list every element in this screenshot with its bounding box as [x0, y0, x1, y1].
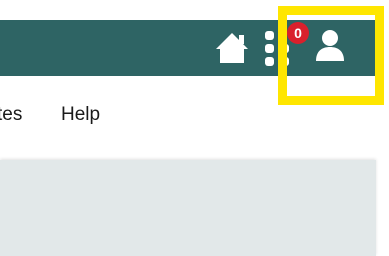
nav-item-partial[interactable]: tes — [0, 104, 22, 126]
nav-item-help[interactable]: Help — [61, 104, 100, 126]
highlight-box — [278, 6, 384, 105]
content-panel — [0, 160, 376, 256]
home-icon — [216, 33, 248, 63]
home-button[interactable] — [213, 30, 251, 66]
